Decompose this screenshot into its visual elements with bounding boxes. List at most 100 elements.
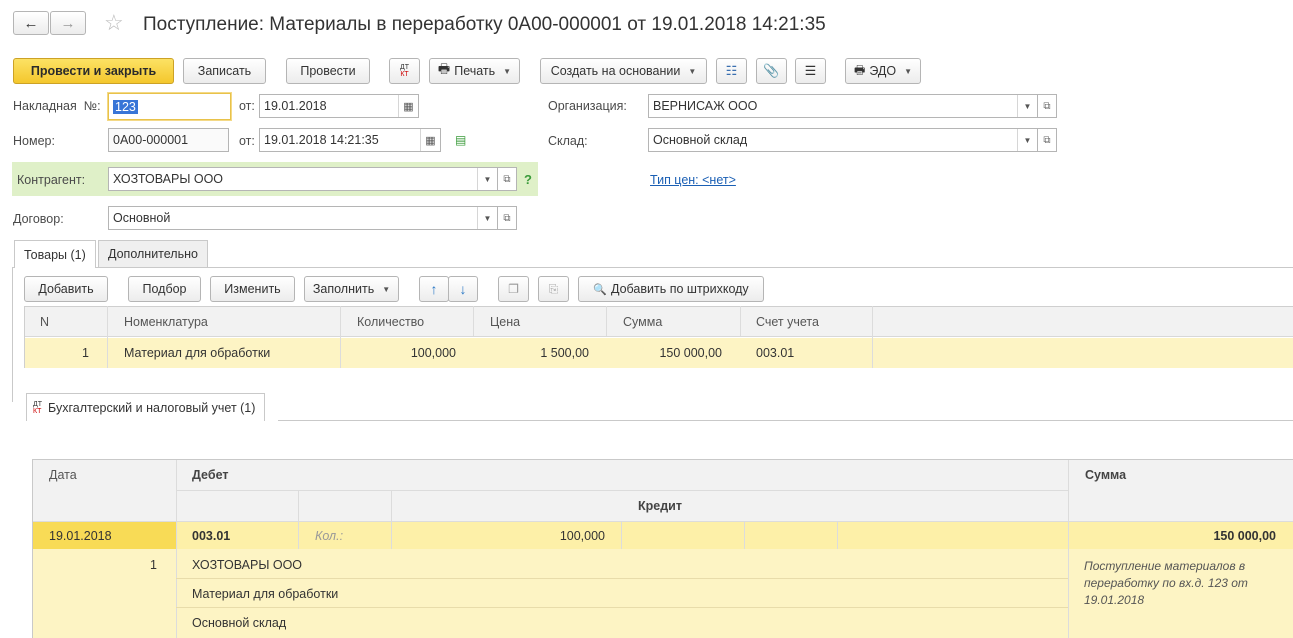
open-contract-button[interactable]: ⧉	[497, 206, 517, 230]
paperclip-icon: 📎	[763, 63, 780, 78]
number-date-field[interactable]: 19.01.2018 14:21:35 ▦	[259, 128, 441, 152]
accounting-col-sum[interactable]: Сумма	[1085, 468, 1126, 482]
goods-cell-qty: 100,000	[410, 346, 456, 360]
row-divider	[176, 607, 1068, 608]
col-divider	[473, 306, 474, 336]
contract-label: Договор:	[13, 212, 64, 226]
organization-field[interactable]: ВЕРНИСАЖ ООО ▼	[648, 94, 1038, 118]
goods-col-n[interactable]: N	[40, 315, 49, 329]
accounting-col-date[interactable]: Дата	[49, 468, 77, 482]
invoice-number-field[interactable]: 123	[108, 93, 231, 120]
goods-col-sum[interactable]: Сумма	[623, 315, 662, 329]
paste-button[interactable]: ⎘	[538, 276, 569, 302]
open-counterparty-button[interactable]: ⧉	[497, 167, 517, 191]
accounting-date: 19.01.2018	[49, 529, 112, 543]
invoice-date-label: от:	[239, 99, 255, 113]
edo-button[interactable]: 🖶 ЭДО ▼	[845, 58, 921, 84]
counterparty-field[interactable]: ХОЗТОВАРЫ ООО ▼	[108, 167, 498, 191]
tab-accounting-label: Бухгалтерский и налоговый учет (1)	[48, 400, 256, 415]
forward-button[interactable]: →	[50, 11, 86, 35]
back-button[interactable]: ←	[13, 11, 49, 35]
warehouse-value: Основной склад	[653, 133, 748, 147]
open-organization-button[interactable]: ⧉	[1037, 94, 1057, 118]
accounting-sum: 150 000,00	[1213, 529, 1276, 543]
calendar-icon[interactable]: ▦	[420, 129, 440, 151]
goods-cell-account: 003.01	[756, 346, 795, 360]
calendar-icon[interactable]: ▦	[398, 95, 418, 117]
col-divider	[391, 490, 392, 549]
number-date-label: от:	[239, 134, 255, 148]
goods-col-price[interactable]: Цена	[490, 315, 520, 329]
warehouse-label: Склад:	[548, 134, 588, 148]
create-based-label: Создать на основании	[550, 64, 681, 78]
tab-accounting[interactable]: ДТ КТ Бухгалтерский и налоговый учет (1)	[26, 393, 266, 421]
accounting-col-debit[interactable]: Дебет	[192, 468, 228, 482]
copy-icon: ❐	[508, 282, 519, 296]
add-button[interactable]: Добавить	[24, 276, 108, 302]
accounting-subconto-1: ХОЗТОВАРЫ ООО	[192, 558, 303, 572]
tab-goods[interactable]: Товары (1)	[14, 240, 96, 268]
col-divider	[176, 460, 177, 638]
save-button[interactable]: Записать	[183, 58, 266, 84]
number-label: Номер:	[13, 134, 55, 148]
pick-button[interactable]: Подбор	[128, 276, 201, 302]
star-icon[interactable]: ☆	[104, 10, 124, 36]
chevron-down-icon[interactable]: ▼	[1017, 129, 1037, 151]
chevron-down-icon[interactable]: ▼	[477, 207, 497, 229]
chevron-down-icon[interactable]: ▼	[477, 168, 497, 190]
dtkt-report-button[interactable]: ДТ КТ	[389, 58, 420, 84]
goods-col-qty[interactable]: Количество	[357, 315, 424, 329]
add-by-barcode-button[interactable]: 🔍 Добавить по штрихкоду	[578, 276, 764, 302]
invoice-number-value: 123	[113, 99, 138, 114]
fill-label: Заполнить	[312, 282, 375, 296]
arrow-up-icon: ↑	[430, 281, 438, 297]
edit-button[interactable]: Изменить	[210, 276, 295, 302]
col-divider	[837, 522, 838, 549]
create-based-on-button[interactable]: Создать на основании ▼	[540, 58, 707, 84]
move-up-button[interactable]: ↑	[419, 276, 449, 302]
chevron-down-icon[interactable]: ▼	[1017, 95, 1037, 117]
chevron-down-icon: ▼	[503, 66, 512, 76]
goods-cell-n: 1	[82, 346, 89, 360]
price-type-link[interactable]: Тип цен: <нет>	[650, 173, 736, 187]
structure-button[interactable]: ☷	[716, 58, 747, 84]
col-divider	[107, 306, 108, 368]
tab-additional[interactable]: Дополнительно	[98, 240, 208, 267]
goods-cell-item: Материал для обработки	[124, 346, 271, 360]
goods-col-account[interactable]: Счет учета	[756, 315, 819, 329]
invoice-date-field[interactable]: 19.01.2018 ▦	[259, 94, 419, 118]
goods-col-item[interactable]: Номенклатура	[124, 315, 208, 329]
post-and-close-button[interactable]: Провести и закрыть	[13, 58, 174, 84]
copy-button[interactable]: ❐	[498, 276, 529, 302]
col-divider	[606, 306, 607, 336]
number-field[interactable]: 0А00-000001	[108, 128, 229, 152]
accounting-num: 1	[150, 558, 157, 572]
accounting-col-credit[interactable]: Кредит	[638, 499, 682, 513]
print-label: Печать	[454, 64, 496, 78]
edo-label: ЭДО	[869, 64, 897, 78]
goods-cell-price: 1 500,00	[540, 346, 589, 360]
chevron-down-icon: ▼	[382, 284, 391, 294]
header-divider	[176, 490, 1068, 491]
document-history-icon[interactable]: ▤	[455, 133, 466, 147]
print-button[interactable]: 🖶 Печать ▼	[429, 58, 520, 84]
help-icon[interactable]: ?	[524, 172, 532, 187]
col-divider	[340, 306, 341, 368]
arrow-down-icon: ↓	[459, 281, 467, 297]
accounting-row-bg	[176, 522, 1293, 549]
invoice-date-value: 19.01.2018	[264, 99, 327, 113]
list-button[interactable]: ☰	[795, 58, 826, 84]
warehouse-field[interactable]: Основной склад ▼	[648, 128, 1038, 152]
post-button[interactable]: Провести	[286, 58, 370, 84]
col-divider	[621, 522, 622, 549]
page-title: Поступление: Материалы в переработку 0А0…	[143, 14, 826, 35]
open-warehouse-button[interactable]: ⧉	[1037, 128, 1057, 152]
attach-button[interactable]: 📎	[756, 58, 787, 84]
accounting-comment: Поступление материалов в переработку по …	[1084, 559, 1248, 607]
fill-button[interactable]: Заполнить ▼	[304, 276, 399, 302]
barcode-search-icon: 🔍	[593, 283, 607, 296]
move-down-button[interactable]: ↓	[448, 276, 478, 302]
panel-left-border	[12, 267, 13, 402]
contract-field[interactable]: Основной ▼	[108, 206, 498, 230]
dtkt-icon: ДТ КТ	[399, 64, 410, 78]
